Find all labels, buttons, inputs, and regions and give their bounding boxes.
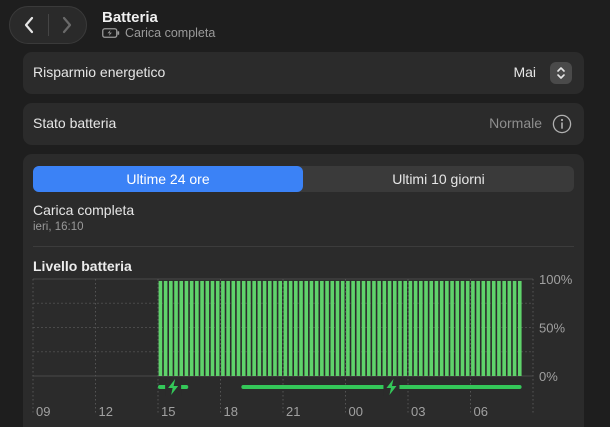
battery-bar — [189, 280, 194, 376]
battery-bar — [502, 280, 506, 376]
battery-bar — [439, 280, 444, 376]
battery-bar — [200, 280, 204, 376]
battery-bar — [247, 280, 251, 376]
battery-level-chart: 100% 50% 0% 09 12 15 18 21 00 03 06 — [32, 272, 573, 419]
battery-bar — [314, 280, 319, 376]
battery-bar — [372, 280, 376, 376]
battery-bar — [241, 280, 246, 376]
x-tick-label: 12 — [99, 404, 113, 419]
battery-bar — [517, 280, 522, 376]
battery-bar — [403, 280, 407, 376]
y-tick-label: 100% — [539, 272, 573, 287]
battery-bar — [163, 280, 168, 376]
battery-bar — [273, 280, 277, 376]
battery-bar — [460, 280, 465, 376]
battery-bar — [387, 280, 392, 376]
battery-bar — [179, 280, 184, 376]
battery-bar — [445, 280, 449, 376]
battery-bar — [226, 280, 230, 376]
battery-bar — [330, 280, 335, 376]
x-tick-label: 21 — [286, 404, 300, 419]
battery-bar — [351, 280, 355, 376]
battery-bar — [221, 280, 225, 376]
battery-bar — [481, 280, 486, 376]
battery-bar — [507, 280, 512, 376]
x-tick-label: 06 — [474, 404, 488, 419]
battery-bar — [184, 280, 189, 376]
x-tick-label: 09 — [36, 404, 50, 419]
battery-bar — [267, 280, 272, 376]
x-tick-label: 00 — [349, 404, 363, 419]
y-tick-label: 0% — [539, 369, 558, 384]
battery-bar — [413, 280, 418, 376]
battery-bar — [434, 280, 439, 376]
battery-bar — [236, 280, 241, 376]
battery-bar — [320, 280, 324, 376]
battery-bar — [278, 280, 282, 376]
battery-bar — [465, 280, 470, 376]
battery-bar — [210, 280, 215, 376]
battery-bar — [377, 280, 381, 376]
battery-bar — [346, 280, 350, 376]
battery-bar — [288, 280, 293, 376]
battery-bar — [361, 280, 366, 376]
battery-bar — [450, 280, 454, 376]
battery-bar — [283, 280, 288, 376]
battery-bar — [486, 280, 491, 376]
battery-bar — [325, 280, 329, 376]
y-tick-label: 50% — [539, 321, 565, 336]
x-tick-label: 03 — [411, 404, 425, 419]
battery-bar — [429, 280, 434, 376]
battery-bar — [491, 280, 496, 376]
battery-bar — [455, 280, 460, 376]
battery-bar — [382, 280, 387, 376]
battery-bar — [408, 280, 413, 376]
battery-bar — [231, 280, 236, 376]
battery-bar — [335, 280, 340, 376]
battery-bar — [476, 280, 480, 376]
battery-bar — [304, 280, 309, 376]
battery-bar — [195, 280, 199, 376]
x-tick-label: 15 — [161, 404, 175, 419]
battery-bar — [512, 280, 517, 376]
battery-bar — [294, 280, 298, 376]
battery-bar — [366, 280, 371, 376]
battery-bar — [356, 280, 361, 376]
battery-bar — [424, 280, 428, 376]
battery-bar — [419, 280, 423, 376]
battery-bar — [169, 280, 173, 376]
battery-bar — [392, 280, 397, 376]
battery-bar — [299, 280, 303, 376]
battery-bar — [174, 280, 178, 376]
battery-bar — [205, 280, 210, 376]
battery-bar — [309, 280, 314, 376]
battery-bar — [398, 280, 402, 376]
battery-bar — [215, 280, 220, 376]
battery-bar — [497, 280, 501, 376]
x-tick-label: 18 — [224, 404, 238, 419]
battery-bar — [262, 280, 267, 376]
battery-bar — [158, 280, 163, 376]
battery-bar — [257, 280, 262, 376]
battery-bar — [471, 280, 475, 376]
battery-bar — [252, 280, 256, 376]
battery-bar — [340, 280, 345, 376]
